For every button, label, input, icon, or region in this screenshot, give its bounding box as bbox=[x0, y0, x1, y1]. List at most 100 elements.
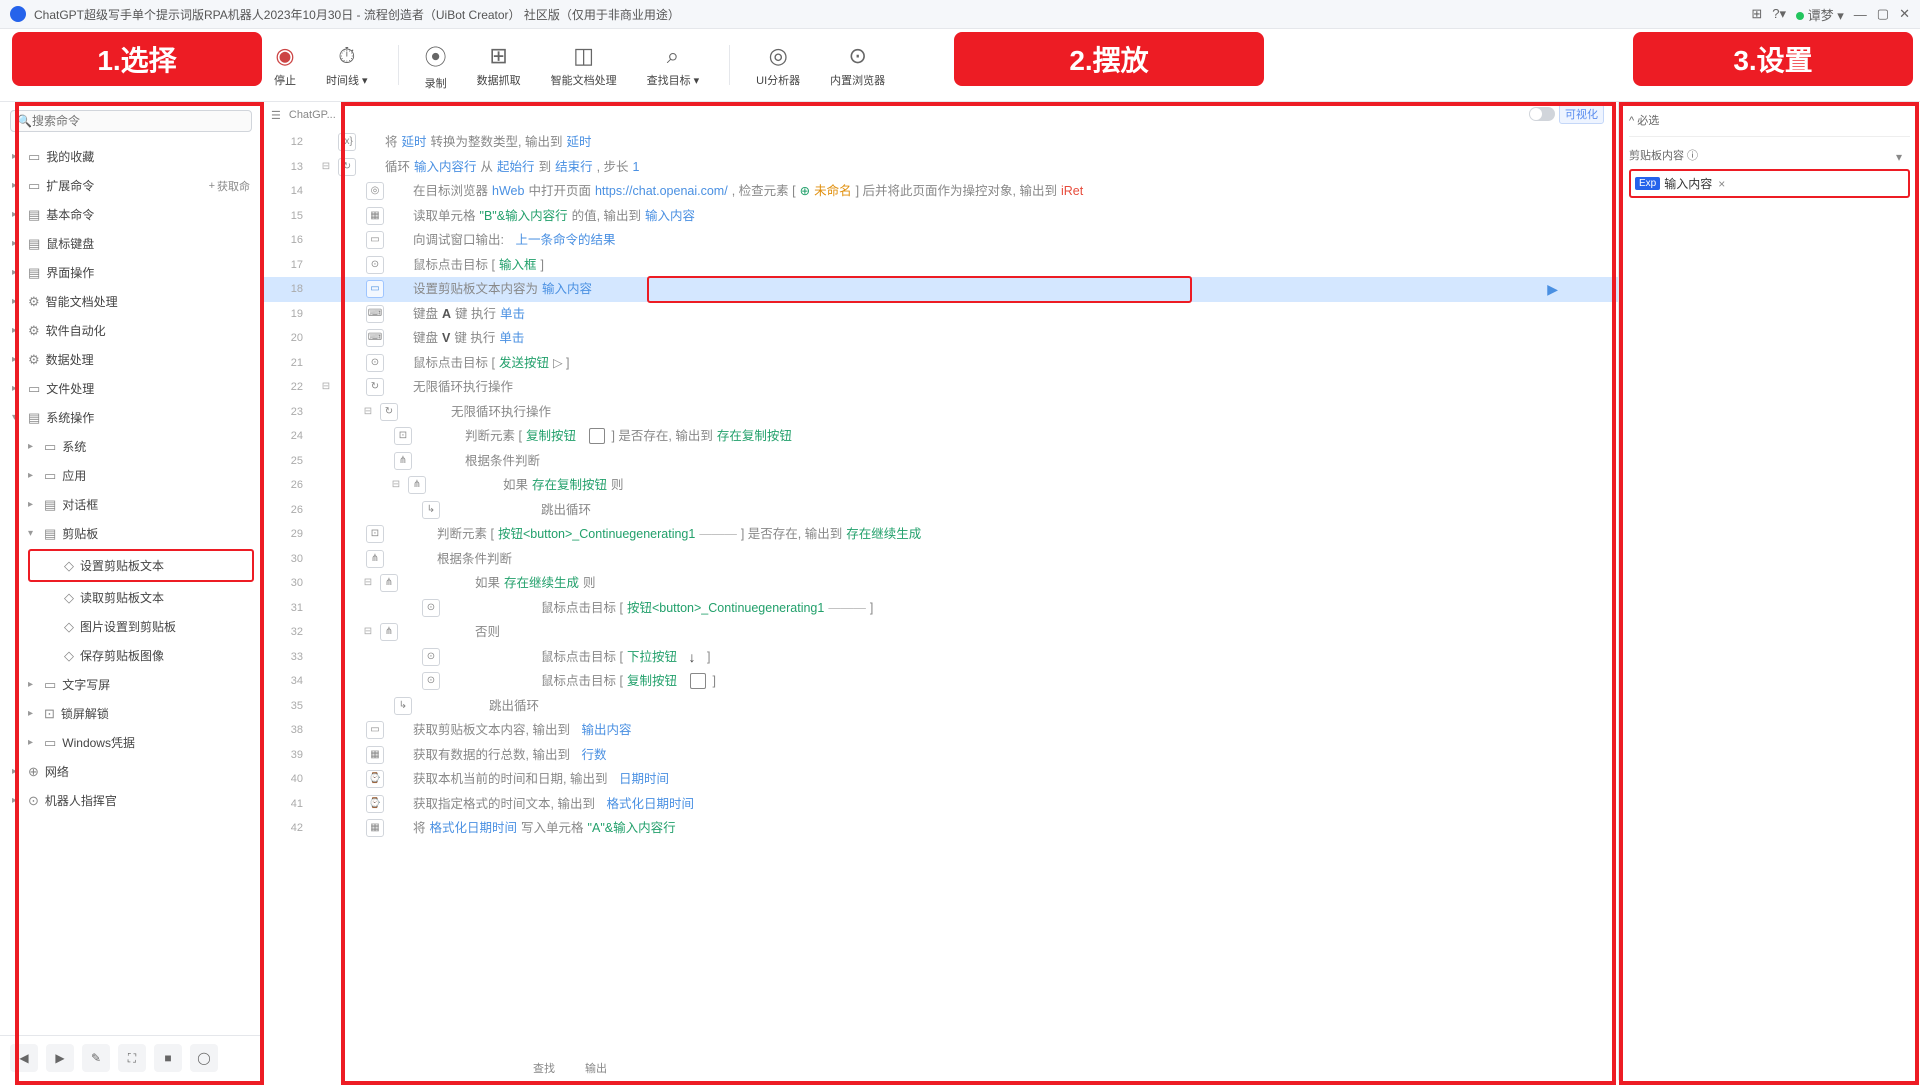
smartdoc-button[interactable]: ◫智能文档处理 bbox=[551, 43, 617, 88]
props-value-input[interactable]: Exp 输入内容 × bbox=[1629, 169, 1910, 198]
line-41[interactable]: 41⌚获取指定格式的时间文本, 输出到 格式化日期时间 bbox=[263, 792, 1618, 817]
status-output[interactable]: 输出 bbox=[585, 1060, 607, 1076]
window-title: ChatGPT超级写手单个提示词版RPA机器人2023年10月30日 - 流程创… bbox=[34, 6, 1751, 23]
search-box[interactable]: 🔍 bbox=[10, 110, 252, 132]
tree-ext[interactable]: ▸▭扩展命令+ 获取命 bbox=[0, 171, 262, 200]
line-25[interactable]: 25⋔根据条件判断 bbox=[263, 449, 1618, 474]
chip-remove-icon[interactable]: × bbox=[1718, 177, 1725, 191]
down-arrow-icon: ↓ bbox=[688, 645, 695, 670]
dropdown-icon[interactable]: ▾ bbox=[1896, 150, 1902, 164]
minimize-button[interactable]: — bbox=[1854, 7, 1867, 22]
run-line-icon[interactable]: ▶ bbox=[1547, 277, 1558, 302]
visual-toggle[interactable] bbox=[1529, 107, 1555, 121]
line-16[interactable]: 16▭向调试窗口输出: 上一条命令的结果 bbox=[263, 228, 1618, 253]
line-18[interactable]: 18▭设置剪贴板文本内容为输入内容▶ bbox=[263, 277, 1618, 302]
apps-icon[interactable]: ⊞ bbox=[1751, 6, 1762, 22]
help-icon[interactable]: ?▾ bbox=[1772, 6, 1786, 22]
tab-icon: ☰ bbox=[271, 109, 281, 122]
line-30[interactable]: 30⊟⋔如果存在继续生成 则 bbox=[263, 571, 1618, 596]
line-26[interactable]: 26⊟⋔如果存在复制按钮 则 bbox=[263, 473, 1618, 498]
tree-clip-save[interactable]: ◇保存剪贴板图像 bbox=[0, 641, 262, 670]
tree-robot[interactable]: ▸⊙机器人指挥官 bbox=[0, 786, 262, 815]
app-logo bbox=[10, 6, 26, 22]
browser-button[interactable]: ⊙内置浏览器 bbox=[830, 43, 885, 88]
findtarget-button[interactable]: ⌕查找目标 ▾ bbox=[647, 43, 700, 88]
camera-icon[interactable]: ◯ bbox=[190, 1044, 218, 1072]
tree-sys-win[interactable]: ▸▭Windows凭据 bbox=[0, 728, 262, 757]
tree-sys-app[interactable]: ▸▭应用 bbox=[0, 461, 262, 490]
maximize-button[interactable]: ▢ bbox=[1877, 6, 1889, 22]
tree-data[interactable]: ▸⚙数据处理 bbox=[0, 345, 262, 374]
line-24[interactable]: 24⊡判断元素 [复制按钮 ] 是否存在, 输出到存在复制按钮 bbox=[263, 424, 1618, 449]
tree-sys-sys[interactable]: ▸▭系统 bbox=[0, 432, 262, 461]
line-42[interactable]: 42▦将格式化日期时间写入单元格"A"&输入内容行 bbox=[263, 816, 1618, 841]
tree-clip-img[interactable]: ◇图片设置到剪贴板 bbox=[0, 612, 262, 641]
sidebar-footer: ◀ ▶ ✎ ⛶ ■ ◯ bbox=[0, 1035, 262, 1080]
tree-doc[interactable]: ▸⚙智能文档处理 bbox=[0, 287, 262, 316]
line-40[interactable]: 40⌚获取本机当前的时间和日期, 输出到 日期时间 bbox=[263, 767, 1618, 792]
fullscreen-icon[interactable]: ⛶ bbox=[118, 1044, 146, 1072]
line-20[interactable]: 20⌨键盘V键 执行单击 bbox=[263, 326, 1618, 351]
line-30a[interactable]: 30⋔根据条件判断 bbox=[263, 547, 1618, 572]
datacapture-button[interactable]: ⊞数据抓取 bbox=[477, 43, 521, 88]
tree-sys-clip[interactable]: ▾▤剪贴板 bbox=[0, 519, 262, 548]
properties-panel: ^ 必选 剪贴板内容 ⓘ Exp 输入内容 × ▾ bbox=[1618, 102, 1920, 1080]
tab-chatgp[interactable]: ChatGP... bbox=[289, 109, 336, 121]
status-find[interactable]: 查找 bbox=[533, 1060, 555, 1076]
line-35[interactable]: 35↳跳出循环 bbox=[263, 694, 1618, 719]
tree-clip-set[interactable]: ◇设置剪贴板文本 bbox=[28, 549, 254, 582]
line-39[interactable]: 39▦获取有数据的行总数, 输出到 行数 bbox=[263, 743, 1618, 768]
tree-net[interactable]: ▸⊕网络 bbox=[0, 757, 262, 786]
line-19[interactable]: 19⌨键盘A键 执行单击 bbox=[263, 302, 1618, 327]
tree-sys-lock[interactable]: ▸⊡锁屏解锁 bbox=[0, 699, 262, 728]
props-label: 剪贴板内容 ⓘ bbox=[1629, 147, 1910, 163]
stop-button[interactable]: ◉停止 bbox=[274, 43, 296, 88]
search-icon: 🔍 bbox=[17, 114, 32, 128]
line-27[interactable]: 26↳跳出循环 bbox=[263, 498, 1618, 523]
sidebar: 🔍 ▸▭我的收藏 ▸▭扩展命令+ 获取命 ▸▤基本命令 ▸▤鼠标键盘 ▸▤界面操… bbox=[0, 102, 263, 1080]
tree-fav[interactable]: ▸▭我的收藏 bbox=[0, 142, 262, 171]
annotation-3: 3.设置 bbox=[1633, 32, 1913, 86]
video-icon[interactable]: ■ bbox=[154, 1044, 182, 1072]
clipboard-icon bbox=[589, 428, 605, 444]
tree-ui[interactable]: ▸▤界面操作 bbox=[0, 258, 262, 287]
editor: ☰ ChatGP... 可视化 12{x}将延时转换为整数类型, 输出到延时 1… bbox=[263, 102, 1618, 1080]
annotation-1: 1.选择 bbox=[12, 32, 262, 86]
search-input[interactable] bbox=[32, 114, 245, 128]
line-31[interactable]: 31⊙鼠标点击目标 [按钮<button>_Continuegenerating… bbox=[263, 596, 1618, 621]
line-12[interactable]: 12{x}将延时转换为整数类型, 输出到延时 bbox=[263, 130, 1618, 155]
line-33[interactable]: 33⊙鼠标点击目标 [下拉按钮 ↓ ] bbox=[263, 645, 1618, 670]
line-13[interactable]: 13⊟↻循环输入内容行从起始行到结束行, 步长1 bbox=[263, 155, 1618, 180]
line-32[interactable]: 32⊟⋔否则 bbox=[263, 620, 1618, 645]
play-icon[interactable]: ▶ bbox=[46, 1044, 74, 1072]
line-29[interactable]: 29⊡判断元素 [按钮<button>_Continuegenerating1 … bbox=[263, 522, 1618, 547]
tree-file[interactable]: ▸▭文件处理 bbox=[0, 374, 262, 403]
clipboard-icon bbox=[690, 673, 706, 689]
visual-label: 可视化 bbox=[1559, 104, 1604, 124]
tree-basic[interactable]: ▸▤基本命令 bbox=[0, 200, 262, 229]
tree-auto[interactable]: ▸⚙软件自动化 bbox=[0, 316, 262, 345]
timeline-button[interactable]: ⏱时间线 ▾ bbox=[326, 43, 368, 88]
line-17[interactable]: 17⊙鼠标点击目标 [输入框 ] bbox=[263, 253, 1618, 278]
record-button[interactable]: ⦿录制 bbox=[425, 40, 447, 91]
annotation-2: 2.摆放 bbox=[954, 32, 1264, 86]
line-15[interactable]: 15▦读取单元格"B"&输入内容行的值, 输出到输入内容 bbox=[263, 204, 1618, 229]
user-menu[interactable]: 谭梦 ▾ bbox=[1796, 5, 1844, 24]
line-14[interactable]: 14◎在目标浏览器hWeb中打开页面https://chat.openai.co… bbox=[263, 179, 1618, 204]
tree-sys-text[interactable]: ▸▭文字写屏 bbox=[0, 670, 262, 699]
tree-sys-dlg[interactable]: ▸▤对话框 bbox=[0, 490, 262, 519]
line-38[interactable]: 38▭获取剪贴板文本内容, 输出到 输出内容 bbox=[263, 718, 1618, 743]
extract-cmd-button[interactable]: + 获取命 bbox=[209, 178, 250, 194]
close-button[interactable]: ✕ bbox=[1899, 6, 1910, 22]
tree-clip-get[interactable]: ◇读取剪贴板文本 bbox=[0, 583, 262, 612]
line-22[interactable]: 22⊟↻无限循环执行操作 bbox=[263, 375, 1618, 400]
exp-tag: Exp bbox=[1635, 177, 1660, 190]
line-21[interactable]: 21⊙鼠标点击目标 [发送按钮 ▷ ] bbox=[263, 351, 1618, 376]
tree-sys[interactable]: ▾▤系统操作 bbox=[0, 403, 262, 432]
edit-icon[interactable]: ✎ bbox=[82, 1044, 110, 1072]
line-23[interactable]: 23⊟↻无限循环执行操作 bbox=[263, 400, 1618, 425]
uianalyzer-button[interactable]: ◎UI分析器 bbox=[756, 43, 800, 88]
line-34[interactable]: 34⊙鼠标点击目标 [复制按钮 ] bbox=[263, 669, 1618, 694]
tree-mk[interactable]: ▸▤鼠标键盘 bbox=[0, 229, 262, 258]
nav-back-icon[interactable]: ◀ bbox=[10, 1044, 38, 1072]
